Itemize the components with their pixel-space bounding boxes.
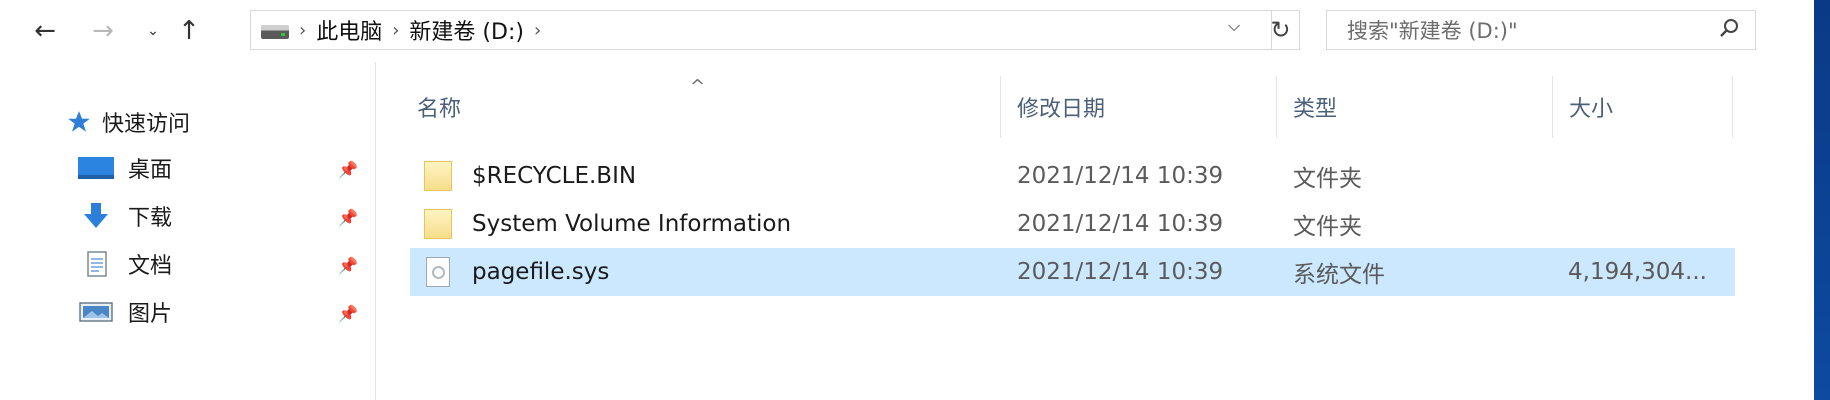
column-header-label: 类型 (1293, 97, 1338, 122)
star-icon (68, 111, 90, 132)
column-header-name[interactable]: 名称 ^ (400, 76, 1000, 138)
column-header-label: 名称 (417, 97, 462, 122)
recent-locations-button[interactable]: ⌄ (142, 14, 164, 48)
pin-icon[interactable]: 📌 (337, 254, 359, 276)
sidebar-item-label: 下载 (128, 206, 173, 231)
chevron-right-icon[interactable]: › (534, 20, 541, 41)
sidebar-item-desktop[interactable]: 桌面 (78, 148, 368, 188)
up-button[interactable]: ↑ (172, 14, 206, 48)
search-icon[interactable] (1719, 17, 1741, 39)
column-header-modified[interactable]: 修改日期 (1000, 76, 1276, 138)
sidebar-item-label: 图片 (128, 302, 173, 327)
chevron-right-icon[interactable]: › (392, 20, 399, 41)
file-name: pagefile.sys (472, 259, 610, 285)
file-type: 文件夹 (1293, 214, 1362, 240)
navigation-pane: 快速访问 桌面 📌 下载 📌 文档 📌 图片 📌 (0, 62, 376, 400)
file-modified: 2021/12/14 10:39 (1017, 211, 1224, 237)
pin-icon[interactable]: 📌 (337, 158, 359, 180)
sidebar-item-label: 快速访问 (102, 112, 191, 137)
drive-icon (261, 25, 289, 39)
file-modified: 2021/12/14 10:39 (1017, 259, 1224, 285)
documents-icon (87, 251, 107, 277)
column-header-label: 修改日期 (1017, 97, 1106, 122)
file-list: 名称 ^ 修改日期 类型 大小 $RECYCLE.BIN 2021/12/14 … (400, 62, 1814, 400)
arrow-right-icon: → (92, 16, 114, 46)
sidebar-item-label: 文档 (128, 254, 173, 279)
sidebar-item-pictures[interactable]: 图片 (78, 292, 368, 332)
sidebar-quick-access[interactable]: 快速访问 (66, 102, 356, 142)
download-icon (84, 203, 108, 228)
search-input[interactable]: 搜索"新建卷 (D:)" (1347, 15, 1518, 45)
file-type: 文件夹 (1293, 166, 1362, 192)
column-divider[interactable] (1732, 76, 1733, 138)
chevron-down-icon: ⌵ (1228, 16, 1241, 35)
folder-icon (424, 209, 452, 239)
pin-icon[interactable]: 📌 (337, 302, 359, 324)
chevron-right-icon[interactable]: › (299, 20, 306, 41)
arrow-left-icon: ← (34, 16, 56, 46)
refresh-button[interactable]: ↻ (1262, 10, 1300, 50)
file-name: $RECYCLE.BIN (472, 163, 637, 189)
file-row-system-volume-information[interactable]: System Volume Information 2021/12/14 10:… (410, 200, 1735, 248)
breadcrumb-volume-d[interactable]: 新建卷 (D:) (409, 14, 524, 46)
sidebar-item-downloads[interactable]: 下载 (78, 196, 368, 236)
arrow-up-icon: ↑ (178, 16, 200, 46)
back-button[interactable]: ← (28, 14, 62, 48)
navigation-bar: ← → ⌄ ↑ › 此电脑 › 新建卷 (D:) › ⌵ ↻ 搜索"新建卷 (D… (0, 0, 1814, 62)
file-row-recycle-bin[interactable]: $RECYCLE.BIN 2021/12/14 10:39 文件夹 (410, 152, 1735, 200)
folder-icon (424, 161, 452, 191)
column-header-type[interactable]: 类型 (1276, 76, 1552, 138)
file-type: 系统文件 (1293, 262, 1385, 288)
sidebar-item-documents[interactable]: 文档 (78, 244, 368, 284)
desktop-icon (78, 157, 114, 179)
file-name: System Volume Information (472, 211, 792, 237)
file-row-pagefile[interactable]: pagefile.sys 2021/12/14 10:39 系统文件 4,194… (410, 248, 1735, 296)
search-box[interactable]: 搜索"新建卷 (D:)" (1326, 10, 1756, 50)
chevron-down-icon: ⌄ (147, 23, 159, 39)
breadcrumb-this-pc[interactable]: 此电脑 (316, 14, 382, 46)
system-file-icon (426, 257, 450, 287)
column-header-size[interactable]: 大小 (1552, 76, 1732, 138)
forward-button[interactable]: → (86, 14, 120, 48)
pin-icon[interactable]: 📌 (337, 206, 359, 228)
refresh-icon: ↻ (1270, 16, 1291, 44)
file-explorer-window: ← → ⌄ ↑ › 此电脑 › 新建卷 (D:) › ⌵ ↻ 搜索"新建卷 (D… (0, 0, 1814, 400)
file-size: 4,194,304... (1568, 259, 1707, 285)
column-header-label: 大小 (1569, 97, 1614, 122)
sidebar-item-label: 桌面 (128, 158, 173, 183)
desktop-background (1814, 0, 1830, 400)
pictures-icon (79, 302, 113, 322)
address-bar[interactable]: › 此电脑 › 新建卷 (D:) › (250, 10, 1272, 50)
address-history-dropdown[interactable]: ⌵ (1228, 16, 1240, 36)
sort-ascending-icon: ^ (690, 76, 706, 97)
file-modified: 2021/12/14 10:39 (1017, 163, 1224, 189)
